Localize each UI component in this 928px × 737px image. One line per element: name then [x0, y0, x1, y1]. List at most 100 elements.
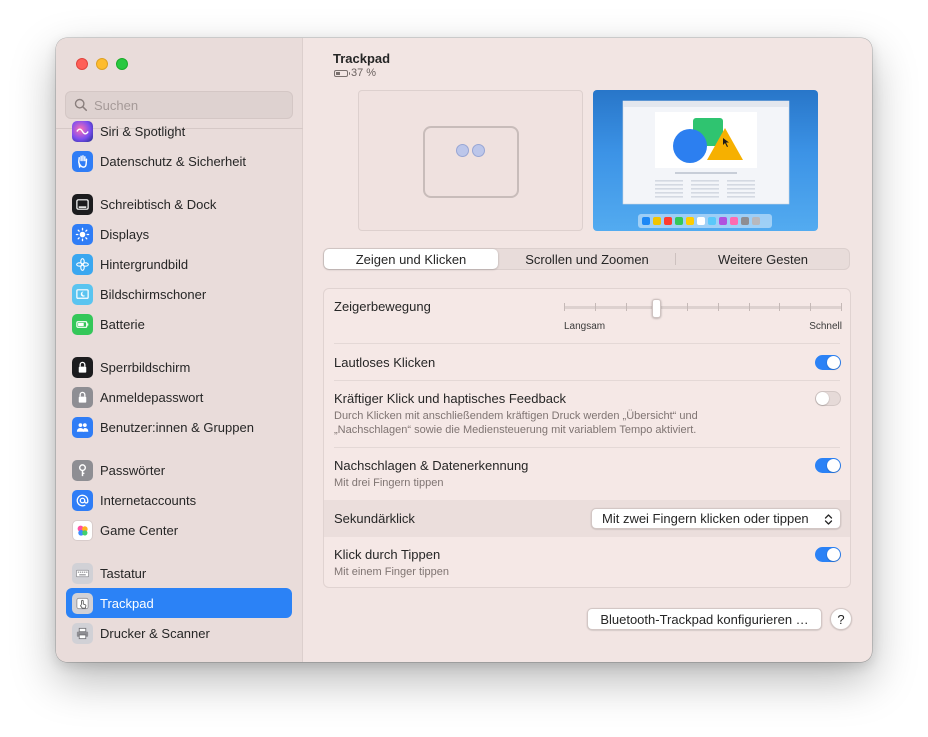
search-field[interactable]: Suchen	[65, 91, 293, 119]
trackpad-icon	[72, 592, 93, 614]
slider-track	[564, 306, 842, 309]
row-tap-to-click: Klick durch Tippen Mit einem Finger tipp…	[324, 537, 850, 587]
slider-tick	[779, 303, 780, 311]
sidebar-item-label: Game Center	[100, 522, 179, 538]
key-icon	[72, 459, 93, 481]
sidebar-item-users-groups[interactable]: Benutzer:innen & Gruppen	[66, 412, 292, 442]
force-click-toggle[interactable]	[815, 391, 841, 406]
flower-icon	[72, 253, 93, 275]
minimize-window-button[interactable]	[96, 58, 108, 70]
sidebar-item-label: Datenschutz & Sicherheit	[100, 153, 246, 169]
screensaver-icon	[72, 283, 93, 305]
sidebar-item-screensaver[interactable]: Bildschirmschoner	[66, 279, 292, 309]
help-button[interactable]: ?	[830, 608, 852, 630]
gesture-preview-trackpad	[358, 90, 583, 231]
siri-icon	[72, 120, 93, 142]
hand-icon	[72, 150, 93, 172]
sidebar-item-label: Sperrbildschirm	[100, 359, 191, 375]
tab-point-click[interactable]: Zeigen und Klicken	[324, 249, 498, 269]
lookup-description: Mit drei Fingern tippen	[334, 477, 444, 489]
sidebar-item-label: Bildschirmschoner	[100, 286, 207, 302]
tab-bar: Zeigen und Klicken Scrollen und Zoomen W…	[323, 248, 850, 270]
row-force-click: Kräftiger Klick und haptisches Feedback …	[324, 381, 850, 447]
sidebar-item-label: Trackpad	[100, 595, 154, 611]
sidebar-item-label: Drucker & Scanner	[100, 625, 210, 641]
lookup-toggle[interactable]	[815, 458, 841, 473]
slider-tick	[810, 303, 811, 311]
search-placeholder: Suchen	[94, 97, 139, 113]
sidebar-item-wallpaper[interactable]: Hintergrundbild	[66, 249, 292, 279]
tap-to-click-toggle[interactable]	[815, 547, 841, 562]
trackpad-illustration	[423, 126, 519, 198]
finger-dot-left	[456, 144, 469, 157]
sidebar-item-displays[interactable]: Displays	[66, 219, 292, 249]
finger-dot-right	[472, 144, 485, 157]
zoom-window-button[interactable]	[116, 58, 128, 70]
keyboard-icon	[72, 562, 93, 584]
silent-click-toggle[interactable]	[815, 355, 841, 370]
row-pointer-speed: Zeigerbewegung Langsam Schnell	[324, 289, 850, 343]
gesture-preview-screen	[593, 90, 818, 231]
slider-tick	[718, 303, 719, 311]
tab-more-gestures[interactable]: Weitere Gesten	[676, 249, 850, 269]
sidebar-item-printers[interactable]: Drucker & Scanner	[66, 618, 292, 648]
dock-icon	[72, 193, 93, 215]
slider-tick	[749, 303, 750, 311]
sidebar: Suchen Siri & Spotlight Datenschutz & Si…	[56, 38, 303, 662]
sidebar-item-keyboard[interactable]: Tastatur	[66, 558, 292, 588]
sidebar-item-label: Passwörter	[100, 462, 166, 478]
row-secondary-click: Sekundärklick Mit zwei Fingern klicken o…	[324, 500, 850, 537]
row-lookup: Nachschlagen & Datenerkennung Mit drei F…	[324, 448, 850, 500]
tap-to-click-label: Klick durch Tippen	[334, 547, 441, 562]
game-center-icon	[72, 519, 93, 541]
sidebar-item-label: Internetaccounts	[100, 492, 197, 508]
sidebar-item-privacy[interactable]: Datenschutz & Sicherheit	[66, 146, 292, 176]
sidebar-item-siri[interactable]: Siri & Spotlight	[66, 116, 292, 146]
slider-tick	[595, 303, 596, 311]
tab-scroll-zoom[interactable]: Scrollen und Zoomen	[499, 249, 675, 269]
pointer-speed-slider[interactable]: Langsam Schnell	[564, 299, 842, 339]
battery-percentage: 37 %	[351, 67, 377, 79]
sun-icon	[72, 223, 93, 245]
silent-click-label: Lautloses Klicken	[334, 355, 436, 370]
battery-status: 37 %	[334, 67, 376, 79]
main-pane: Trackpad 37 % Zeigen und Klicken Scrolle…	[303, 38, 872, 662]
sidebar-item-label: Hintergrundbild	[100, 256, 189, 272]
sidebar-item-label: Schreibtisch & Dock	[100, 196, 217, 212]
bluetooth-trackpad-button[interactable]: Bluetooth-Trackpad konfigurieren …	[587, 608, 822, 630]
sidebar-item-game-center[interactable]: Game Center	[66, 515, 292, 545]
battery-small-icon	[334, 69, 350, 77]
slider-tick	[564, 303, 565, 311]
chevron-up-down-icon	[824, 514, 833, 525]
slider-thumb[interactable]	[652, 299, 661, 318]
force-click-description: Durch Klicken mit anschließendem kräftig…	[334, 410, 698, 436]
page-title: Trackpad	[333, 51, 391, 66]
slider-tick	[626, 303, 627, 311]
sidebar-item-label: Displays	[100, 226, 150, 242]
secondary-click-value: Mit zwei Fingern klicken oder tippen	[602, 511, 809, 526]
battery-icon	[72, 313, 93, 335]
pointer-speed-label: Zeigerbewegung	[334, 299, 431, 314]
sidebar-item-label: Anmeldepasswort	[100, 389, 204, 405]
lock-gray-icon	[72, 386, 93, 408]
users-icon	[72, 416, 93, 438]
lookup-label: Nachschlagen & Datenerkennung	[334, 458, 529, 473]
sidebar-item-trackpad[interactable]: Trackpad	[66, 588, 292, 618]
sidebar-item-label: Siri & Spotlight	[100, 123, 186, 139]
sidebar-item-login-password[interactable]: Anmeldepasswort	[66, 382, 292, 412]
sidebar-item-label: Batterie	[100, 316, 145, 332]
sidebar-item-passwords[interactable]: Passwörter	[66, 455, 292, 485]
close-window-button[interactable]	[76, 58, 88, 70]
sidebar-item-lock-screen[interactable]: Sperrbildschirm	[66, 352, 292, 382]
slider-tick	[841, 303, 842, 311]
slider-min-label: Langsam	[564, 321, 606, 332]
sidebar-item-battery[interactable]: Batterie	[66, 309, 292, 339]
sidebar-item-label: Benutzer:innen & Gruppen	[100, 419, 254, 435]
sidebar-item-internet-accounts[interactable]: Internetaccounts	[66, 485, 292, 515]
secondary-click-popup[interactable]: Mit zwei Fingern klicken oder tippen	[591, 508, 841, 529]
sidebar-item-desktop-dock[interactable]: Schreibtisch & Dock	[66, 189, 292, 219]
slider-max-label: Schnell	[809, 321, 842, 332]
tap-to-click-description: Mit einem Finger tippen	[334, 566, 449, 578]
desktop-preview-illustration	[622, 100, 790, 228]
slider-tick	[687, 303, 688, 311]
